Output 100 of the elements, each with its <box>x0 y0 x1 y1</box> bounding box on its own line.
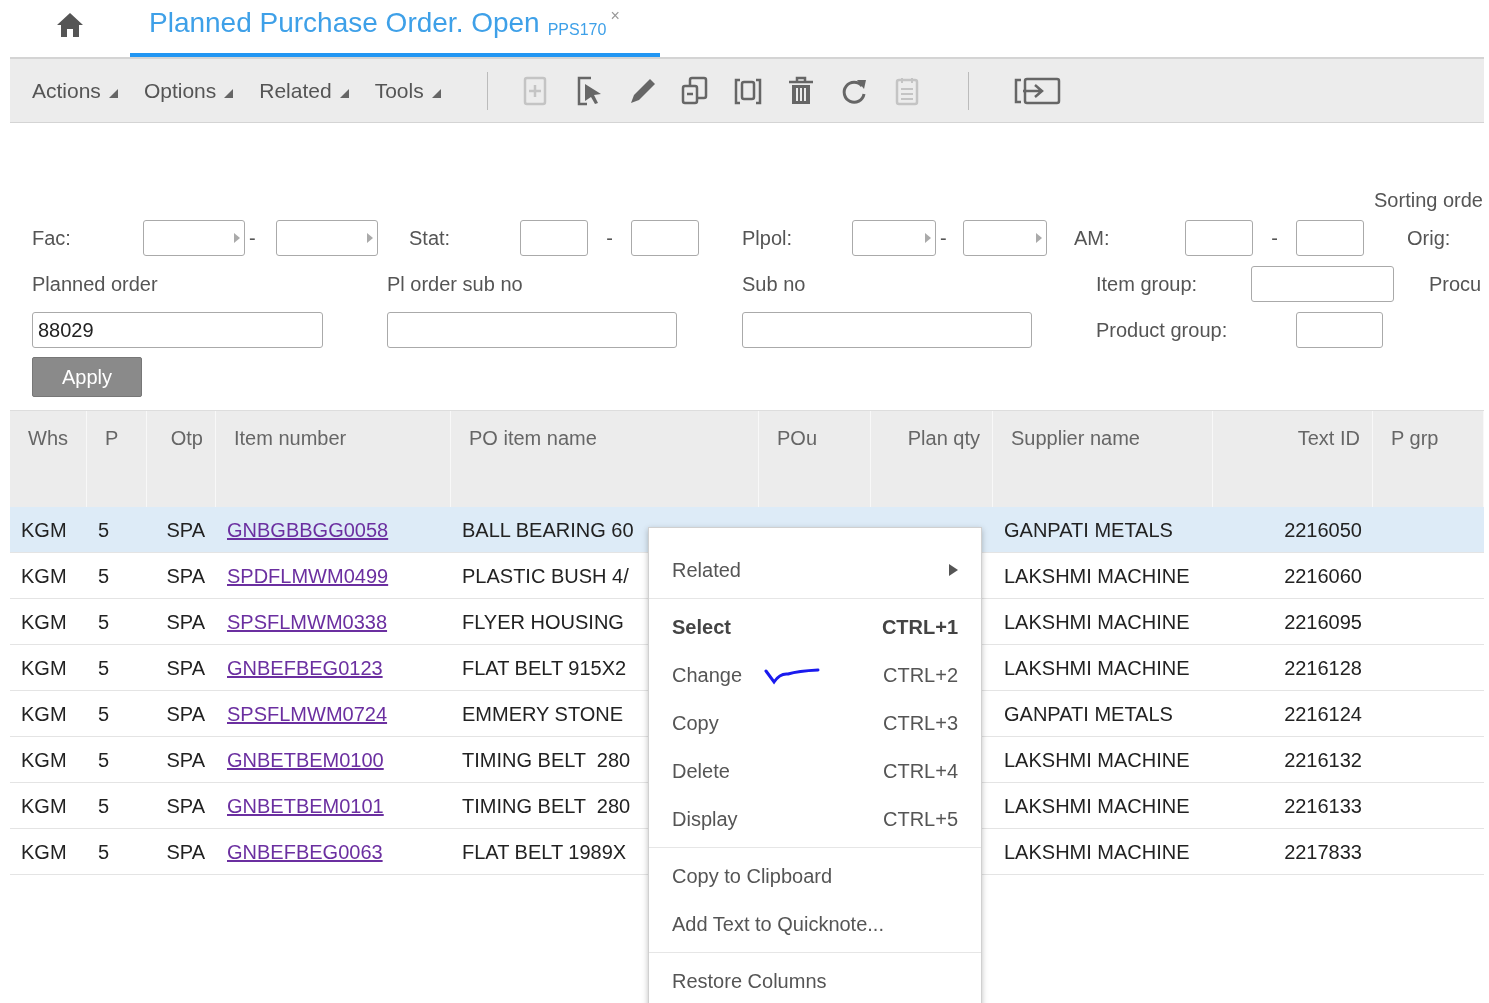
menu-item[interactable]: Copy CTRL+3 <box>649 699 981 747</box>
item-link[interactable]: GNBEFBEG0123 <box>227 656 383 679</box>
item-link[interactable]: SPSFLMWM0724 <box>227 702 388 725</box>
item-link[interactable]: SPDFLMWM0499 <box>227 564 389 587</box>
table-cell: KGM <box>21 794 67 817</box>
shortcut-label: CTRL+5 <box>882 807 958 832</box>
range-separator: - <box>939 226 948 251</box>
table-cell: LAKSHMI MACHINE <box>1004 564 1190 587</box>
range-separator: - <box>248 226 257 251</box>
shortcut-label: CTRL+3 <box>882 711 958 736</box>
table-cell: KGM <box>21 656 67 679</box>
input-field[interactable] <box>1185 220 1253 256</box>
table-cell: KGM <box>21 518 67 541</box>
menu-item[interactable]: Change CTRL+2 <box>649 651 981 699</box>
item-link[interactable]: GNBGBBGG0058 <box>227 518 389 541</box>
input-field[interactable] <box>1296 312 1383 348</box>
table-cell: 2216132 <box>1284 748 1362 771</box>
apply-button[interactable]: Apply <box>32 357 142 397</box>
input-field[interactable] <box>387 312 677 348</box>
table-cell: SPA <box>166 656 205 679</box>
table-cell: 2216124 <box>1284 702 1362 725</box>
table-cell: FLAT BELT 1989X <box>462 840 627 863</box>
table-cell: GANPATI METALS <box>1004 518 1173 541</box>
submenu-arrow-icon <box>949 564 958 576</box>
field-label: AM: <box>1074 226 1111 251</box>
table-cell: SPA <box>166 840 205 863</box>
program-code: PPS170 <box>547 20 607 40</box>
shortcut-label: CTRL+1 <box>881 615 958 640</box>
menu-item[interactable]: Restore Columns <box>649 957 981 1003</box>
field-label: Planned order <box>32 272 159 297</box>
menu-item-label: Display <box>672 807 738 832</box>
field-label: Fac: <box>32 226 72 251</box>
caret-icon <box>108 89 118 98</box>
field-label: Pl order sub no <box>387 272 524 297</box>
table-cell: 5 <box>98 518 110 541</box>
menu-item[interactable]: Display CTRL+5 <box>649 795 981 843</box>
table-cell: LAKSHMI MACHINE <box>1004 656 1190 679</box>
table-cell: FLYER HOUSING <box>462 610 624 633</box>
menu-button[interactable]: Actions <box>32 74 118 107</box>
menu-item-label: Select <box>672 615 731 640</box>
menu-button[interactable]: Tools <box>374 74 441 107</box>
right-arrow-icon <box>925 233 931 243</box>
sorting-order-label: Sorting orde <box>1374 188 1483 213</box>
item-link[interactable]: GNBEFBEG0063 <box>227 840 383 863</box>
menu-item[interactable]: Add Text to Quicknote... <box>649 900 981 948</box>
table-cell: KGM <box>21 702 67 725</box>
table-cell: SPA <box>166 610 205 633</box>
input-field[interactable] <box>631 220 699 256</box>
input-field[interactable] <box>520 220 588 256</box>
table-cell: 5 <box>98 610 110 633</box>
table-cell: 2216095 <box>1284 610 1362 633</box>
menu-item[interactable]: Delete CTRL+4 <box>649 747 981 795</box>
menu-item[interactable]: Copy to Clipboard <box>649 852 981 900</box>
item-link[interactable]: SPSFLMWM0338 <box>227 610 388 633</box>
caret-icon <box>224 89 234 98</box>
table-cell: SPA <box>166 518 205 541</box>
table-cell: 2216060 <box>1284 564 1362 587</box>
caret-icon <box>431 89 441 98</box>
table-cell: SPA <box>166 702 205 725</box>
field-label: Item group: <box>1096 272 1199 297</box>
copy-icon[interactable] <box>680 75 709 106</box>
field-label: Orig: <box>1407 226 1451 251</box>
table-cell: PLASTIC BUSH 4/ <box>462 564 629 587</box>
table-cell: 5 <box>98 656 110 679</box>
table-cell: BALL BEARING 60 <box>462 518 634 541</box>
table-cell: 2216128 <box>1284 656 1362 679</box>
field-label: Plpol: <box>742 226 794 251</box>
shortcut-label: CTRL+4 <box>882 759 958 784</box>
table-cell: SPA <box>166 564 205 587</box>
menu-item-label: Related <box>672 558 741 583</box>
range-separator: - <box>1270 226 1279 251</box>
shortcut-label: CTRL+2 <box>882 663 958 688</box>
table-cell: 5 <box>98 564 110 587</box>
table-cell: KGM <box>21 748 67 771</box>
range-separator: - <box>605 226 614 251</box>
item-link[interactable]: GNBETBEM0100 <box>227 748 384 771</box>
input-field[interactable] <box>143 220 245 256</box>
menu-button[interactable]: Options <box>143 74 234 107</box>
delete-icon[interactable] <box>786 75 815 106</box>
input-field[interactable] <box>1296 220 1364 256</box>
menu-item-label: Change <box>672 663 743 688</box>
field-label: Procu <box>1429 272 1482 297</box>
home-icon[interactable] <box>56 11 84 38</box>
table-cell: LAKSHMI MACHINE <box>1004 610 1190 633</box>
menu-item[interactable]: Select CTRL+1 <box>649 603 981 651</box>
menu-item-label: Delete <box>672 759 730 784</box>
menu-button[interactable]: Related <box>259 74 349 107</box>
input-field[interactable] <box>852 220 936 256</box>
menu-item-label: Copy to Clipboard <box>672 864 833 889</box>
input-field[interactable] <box>1251 266 1394 302</box>
panel-arrow-icon[interactable] <box>1012 75 1061 106</box>
input-field[interactable] <box>742 312 1032 348</box>
menu-item[interactable]: Related <box>649 546 981 594</box>
table-cell: SPA <box>166 748 205 771</box>
item-link[interactable]: GNBETBEM0101 <box>227 794 384 817</box>
input-field[interactable]: 88029 <box>32 312 323 348</box>
menu-item-label: Restore Columns <box>672 969 827 994</box>
field-label: Stat: <box>409 226 452 251</box>
input-field[interactable] <box>963 220 1047 256</box>
input-field[interactable] <box>276 220 378 256</box>
